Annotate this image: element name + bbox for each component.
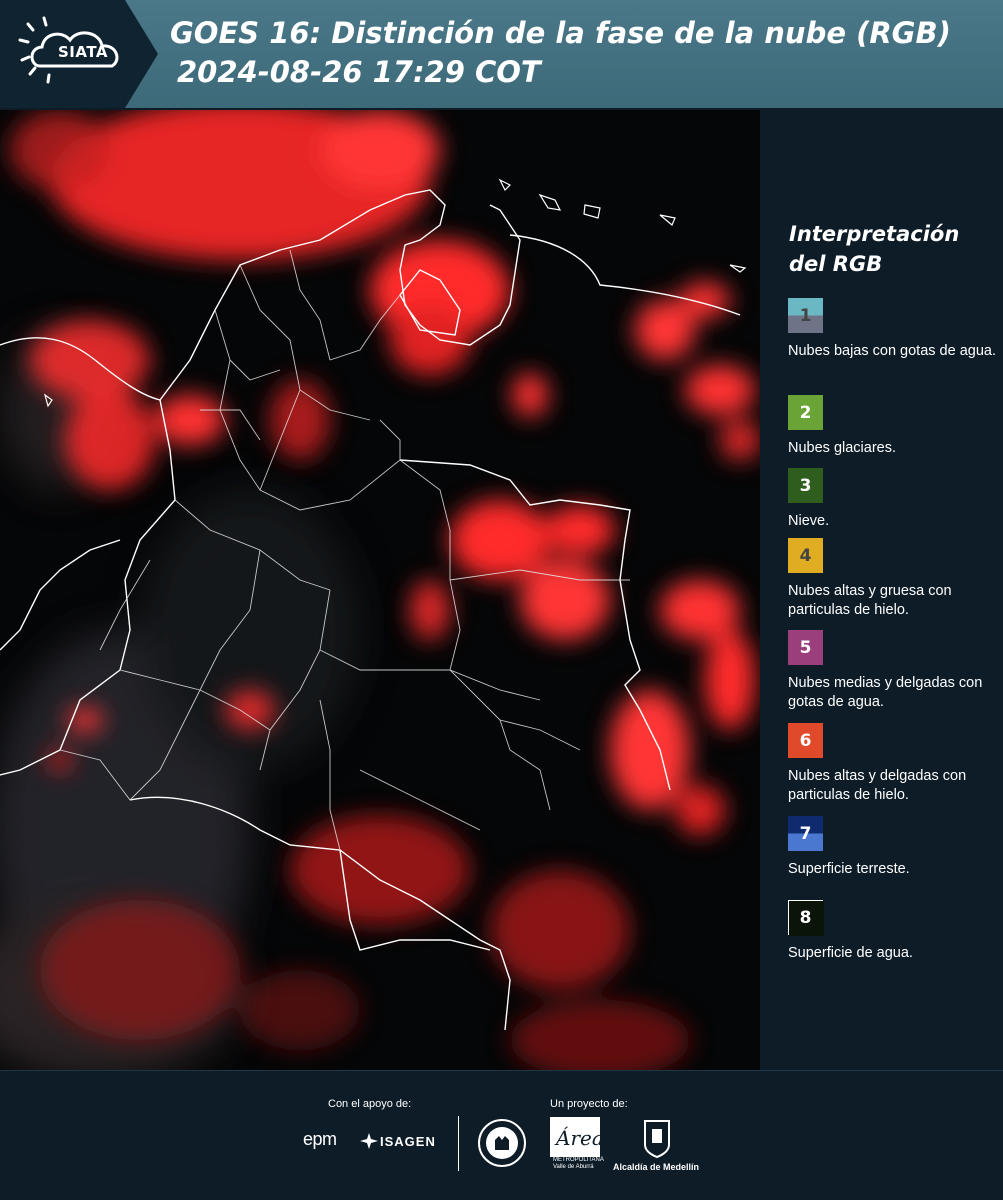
legend-panel: Interpretación del RGB 1 Nubes bajas con … [760, 110, 1003, 1070]
legend-number: 1 [799, 305, 812, 326]
legend-item-3: 3 Nieve. [788, 468, 1000, 531]
legend-description: Nieve. [788, 513, 830, 529]
legend-description: Nubes altas y delgadas con particulas de… [788, 768, 967, 803]
legend-number: 6 [799, 730, 812, 751]
footer: Con el apoyo de: epm ISAGEN Un proyecto … [0, 1070, 1003, 1200]
support-label: Con el apoyo de: [328, 1098, 412, 1110]
legend-item-6: 6 Nubes altas y delgadas con particulas d… [788, 723, 1000, 805]
legend-number: 4 [799, 545, 812, 566]
alcaldia-shield-icon [644, 1120, 670, 1159]
legend-description: Nubes glaciares. [788, 440, 896, 456]
page-title: GOES 16: Distinción de la fase de la nub… [170, 16, 951, 50]
university-seal-icon [478, 1119, 526, 1167]
area-logo-text: Área [554, 1126, 600, 1150]
legend-swatch: 4 [788, 538, 823, 573]
legend-swatch: 1 [788, 298, 823, 333]
project-label: Un proyecto de: [550, 1098, 628, 1110]
page-timestamp: 2024-08-26 17:29 COT [177, 55, 541, 89]
isagen-logo: ISAGEN [380, 1134, 436, 1149]
legend-item-2: 2 Nubes glaciares. [788, 395, 1000, 458]
legend-number: 5 [799, 637, 812, 658]
legend-swatch: 6 [788, 723, 823, 758]
legend-number: 3 [799, 475, 812, 496]
legend-swatch: 2 [788, 395, 823, 430]
legend-description: Nubes altas y gruesa con particulas de h… [788, 583, 952, 618]
legend-item-8: 8 Superficie de agua. [788, 900, 1000, 963]
legend-swatch: 8 [788, 900, 824, 936]
satellite-map [0, 110, 760, 1070]
legend-item-1: 1 Nubes bajas con gotas de agua. [788, 298, 1000, 361]
legend-item-4: 4 Nubes altas y gruesa con particulas de … [788, 538, 1000, 620]
siata-logo-text: SIATA [57, 43, 108, 61]
legend-swatch: 3 [788, 468, 823, 503]
alcaldia-label: Alcaldía de Medellín [613, 1162, 700, 1172]
area-caption: METROPOLITANA Valle de Aburrá [553, 1157, 604, 1170]
legend-item-5: 5 Nubes medias y delgadas con gotas de ag… [788, 630, 1000, 712]
footer-divider [458, 1116, 459, 1171]
epm-logo: epm [303, 1129, 337, 1149]
header: SIATA GOES 16: Distinción de la fase de … [0, 0, 1003, 108]
legend-title: Interpretación del RGB [789, 222, 960, 276]
satellite-map-image [0, 110, 760, 1070]
legend-swatch: 7 [788, 816, 823, 851]
legend-swatch: 5 [788, 630, 823, 665]
legend-description: Superficie terreste. [788, 861, 910, 877]
legend-description: Superficie de agua. [788, 945, 913, 961]
legend-number: 7 [799, 823, 812, 844]
legend-description: Nubes bajas con gotas de agua. [788, 343, 996, 359]
area-metropolitana-logo: Área [550, 1117, 600, 1157]
legend-number: 8 [799, 907, 812, 928]
legend-item-7: 7 Superficie terreste. [788, 816, 1000, 879]
legend-number: 2 [799, 402, 812, 423]
isagen-icon [360, 1133, 378, 1149]
siata-logo: SIATA [0, 0, 158, 108]
legend-description: Nubes medias y delgadas con gotas de agu… [788, 675, 983, 710]
